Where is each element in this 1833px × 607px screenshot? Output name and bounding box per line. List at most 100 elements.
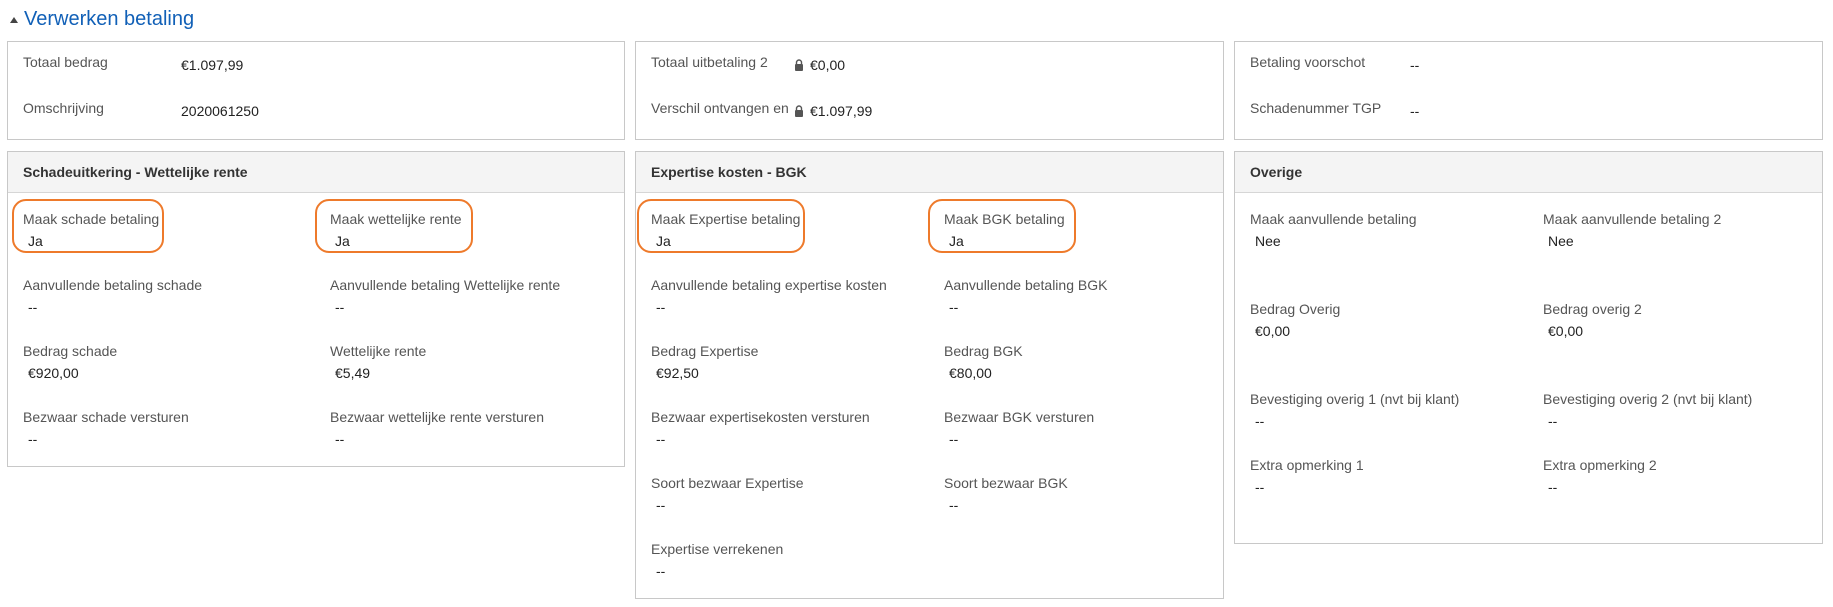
- field-label: Maak aanvullende betaling 2: [1543, 211, 1722, 227]
- field-value[interactable]: --: [335, 299, 560, 315]
- field-value[interactable]: --: [335, 431, 544, 447]
- field-bezwaar-bgk-versturen[interactable]: Bezwaar BGK versturen --: [944, 409, 1094, 447]
- field-value-locked: €1.097,99: [794, 103, 872, 119]
- field-wettelijke-rente[interactable]: Wettelijke rente €5,49: [330, 343, 426, 381]
- card-title: Schadeuitkering - Wettelijke rente: [23, 164, 248, 180]
- field-soort-bezwaar-expertise[interactable]: Soort bezwaar Expertise --: [651, 475, 804, 513]
- field-bevestiging-overig-1[interactable]: Bevestiging overig 1 (nvt bij klant) --: [1250, 391, 1459, 429]
- field-value[interactable]: --: [1548, 479, 1657, 495]
- field-bedrag-expertise[interactable]: Bedrag Expertise €92,50: [651, 343, 758, 381]
- field-value[interactable]: --: [1548, 413, 1752, 429]
- field-value: €0,00: [810, 57, 846, 73]
- field-label: Bedrag schade: [23, 343, 118, 359]
- field-bedrag-bgk[interactable]: Bedrag BGK €80,00: [944, 343, 1023, 381]
- field-value[interactable]: --: [28, 299, 202, 315]
- field-value[interactable]: €920,00: [28, 365, 117, 381]
- field-value[interactable]: --: [1410, 103, 1419, 119]
- field-value[interactable]: --: [1410, 57, 1419, 73]
- field-value[interactable]: --: [949, 299, 1107, 315]
- field-soort-bezwaar-bgk[interactable]: Soort bezwaar BGK --: [944, 475, 1068, 513]
- card-title: Overige: [1250, 164, 1303, 180]
- field-label: Bedrag Expertise: [651, 343, 759, 359]
- card-header: Expertise kosten - BGK: [636, 152, 1223, 193]
- field-value[interactable]: €0,00: [1255, 323, 1340, 339]
- field-bevestiging-overig-2[interactable]: Bevestiging overig 2 (nvt bij klant) --: [1543, 391, 1752, 429]
- field-value[interactable]: €80,00: [949, 365, 1023, 381]
- field-label: Schadenummer TGP: [1250, 100, 1382, 116]
- field-label: Expertise verrekenen: [651, 541, 784, 557]
- field-value[interactable]: --: [656, 299, 887, 315]
- field-value[interactable]: --: [656, 431, 870, 447]
- lock-icon: [795, 59, 803, 71]
- field-value[interactable]: --: [949, 497, 1068, 513]
- field-value[interactable]: €0,00: [1548, 323, 1642, 339]
- field-value[interactable]: €92,50: [656, 365, 758, 381]
- field-label: Omschrijving: [23, 100, 104, 116]
- card-header: Overige: [1235, 152, 1822, 193]
- field-aanvullende-betaling-bgk[interactable]: Aanvullende betaling BGK --: [944, 277, 1107, 315]
- field-label: Aanvullende betaling expertise kosten: [651, 277, 887, 293]
- field-label: Bedrag BGK: [944, 343, 1023, 359]
- field-label: Soort bezwaar BGK: [944, 475, 1068, 491]
- field-bedrag-overig-2[interactable]: Bedrag overig 2 €0,00: [1543, 301, 1642, 339]
- field-extra-opmerking-1[interactable]: Extra opmerking 1 --: [1250, 457, 1364, 495]
- field-value[interactable]: --: [656, 563, 783, 579]
- field-label: Bezwaar wettelijke rente versturen: [330, 409, 544, 425]
- field-label: Bevestiging overig 2 (nvt bij klant): [1543, 391, 1753, 407]
- field-label: Bezwaar expertisekosten versturen: [651, 409, 870, 425]
- highlight-maak-expertise-betaling: [637, 199, 805, 253]
- field-bezwaar-expertisekosten-versturen[interactable]: Bezwaar expertisekosten versturen --: [651, 409, 870, 447]
- section-title: Verwerken betaling: [24, 7, 195, 30]
- field-value-locked: €0,00: [794, 57, 845, 73]
- field-bedrag-schade[interactable]: Bedrag schade €920,00: [23, 343, 117, 381]
- card-overige: Overige Maak aanvullende betaling Nee Ma…: [1234, 151, 1823, 544]
- field-value[interactable]: --: [949, 431, 1094, 447]
- section-header[interactable]: Verwerken betaling: [10, 4, 194, 34]
- field-value[interactable]: €5,49: [335, 365, 426, 381]
- summary-box-voorschot: Betaling voorschot -- Schadenummer TGP -…: [1234, 41, 1823, 140]
- field-maak-aanvullende-betaling[interactable]: Maak aanvullende betaling Nee: [1250, 211, 1417, 249]
- field-aanvullende-betaling-wettelijke-rente[interactable]: Aanvullende betaling Wettelijke rente --: [330, 277, 560, 315]
- field-label: Bezwaar schade versturen: [23, 409, 189, 425]
- field-label: Verschil ontvangen en: [651, 100, 789, 116]
- field-bedrag-overig[interactable]: Bedrag Overig €0,00: [1250, 301, 1340, 339]
- field-label: Maak aanvullende betaling: [1250, 211, 1417, 227]
- field-label: Totaal bedrag: [23, 54, 108, 70]
- field-label: Extra opmerking 1: [1250, 457, 1364, 473]
- field-value[interactable]: €1.097,99: [181, 57, 243, 73]
- field-label: Totaal uitbetaling 2: [651, 54, 768, 70]
- field-extra-opmerking-2[interactable]: Extra opmerking 2 --: [1543, 457, 1657, 495]
- field-label: Aanvullende betaling BGK: [944, 277, 1108, 293]
- field-value[interactable]: Nee: [1548, 233, 1721, 249]
- field-label: Aanvullende betaling schade: [23, 277, 203, 293]
- card-title: Expertise kosten - BGK: [651, 164, 807, 180]
- highlight-maak-bgk-betaling: [928, 199, 1076, 253]
- field-label: Aanvullende betaling Wettelijke rente: [330, 277, 561, 293]
- lock-icon: [795, 105, 803, 117]
- field-bezwaar-wettelijke-rente-versturen[interactable]: Bezwaar wettelijke rente versturen --: [330, 409, 544, 447]
- field-value[interactable]: 2020061250: [181, 103, 259, 119]
- field-maak-aanvullende-betaling-2[interactable]: Maak aanvullende betaling 2 Nee: [1543, 211, 1721, 249]
- field-label: Extra opmerking 2: [1543, 457, 1657, 473]
- summary-box-totals: Totaal bedrag €1.097,99 Omschrijving 202…: [7, 41, 625, 140]
- field-label: Bezwaar BGK versturen: [944, 409, 1095, 425]
- field-bezwaar-schade-versturen[interactable]: Bezwaar schade versturen --: [23, 409, 189, 447]
- field-value[interactable]: --: [1255, 479, 1364, 495]
- field-label: Bedrag overig 2: [1543, 301, 1642, 317]
- field-expertise-verrekenen[interactable]: Expertise verrekenen --: [651, 541, 783, 579]
- field-label: Bevestiging overig 1 (nvt bij klant): [1250, 391, 1460, 407]
- collapse-arrow-icon[interactable]: [10, 17, 18, 23]
- field-value[interactable]: Nee: [1255, 233, 1417, 249]
- highlight-maak-schade-betaling: [12, 199, 164, 253]
- field-value[interactable]: --: [1255, 413, 1459, 429]
- field-aanvullende-betaling-expertise-kosten[interactable]: Aanvullende betaling expertise kosten --: [651, 277, 887, 315]
- field-aanvullende-betaling-schade[interactable]: Aanvullende betaling schade --: [23, 277, 202, 315]
- card-header: Schadeuitkering - Wettelijke rente: [8, 152, 624, 193]
- field-label: Betaling voorschot: [1250, 54, 1366, 70]
- summary-box-uitbetaling: Totaal uitbetaling 2 €0,00 Verschil ontv…: [635, 41, 1224, 140]
- field-value[interactable]: --: [656, 497, 804, 513]
- field-value[interactable]: --: [28, 431, 189, 447]
- field-label: Wettelijke rente: [330, 343, 427, 359]
- highlight-maak-wettelijke-rente: [315, 199, 473, 253]
- field-value: €1.097,99: [810, 103, 873, 119]
